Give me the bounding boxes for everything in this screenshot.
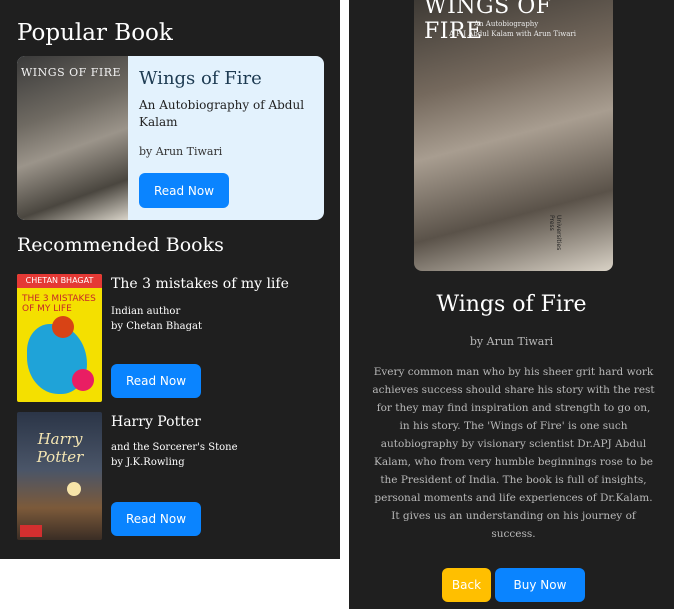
back-button[interactable]: Back [442,568,491,602]
book-detail-description: Every common man who by his sheer grit h… [372,366,655,540]
recommended-book-title: The 3 mistakes of my life [111,276,289,292]
popular-book-subtitle: An Autobiography of Abdul Kalam [139,98,305,129]
book-detail-cover: WINGS OF FIRE An Autobiography A P J Abd… [414,0,613,271]
read-now-button[interactable]: Read Now [111,364,201,398]
book-detail-screen: WINGS OF FIRE An Autobiography A P J Abd… [349,0,674,609]
cover-author-text: A P J Abdul Kalam with Arun Tiwari [449,30,576,38]
read-now-button[interactable]: Read Now [111,502,201,536]
cover-title-text: Harry Potter [36,430,84,466]
popular-book-author: by Arun Tiwari [139,145,223,158]
popular-book-info: Wings of Fire An Autobiography of Abdul … [139,68,319,158]
book-detail-author: by Arun Tiwari [469,335,554,348]
recommended-book-info: Harry Potter and the Sorcerer's Stone by… [111,414,331,468]
popular-book-cover[interactable]: WINGS OF FIRE [17,56,128,220]
book-cover-3-mistakes[interactable]: CHETAN BHAGAT THE 3 MISTAKES OF MY LIFE [17,274,102,402]
recommended-book-info: The 3 mistakes of my life Indian author … [111,276,331,332]
popular-book-cover-text: WINGS OF FIRE [21,66,122,79]
cover-title-text: THE 3 MISTAKES OF MY LIFE [22,294,96,314]
book-cover-harry-potter[interactable]: Harry Potter [17,412,102,540]
recommended-book-item[interactable]: CHETAN BHAGAT THE 3 MISTAKES OF MY LIFE … [17,274,337,404]
book-detail-title: Wings of Fire [436,292,587,317]
recommended-book-title: Harry Potter [111,414,201,430]
recommended-section-title: Recommended Books [17,234,224,256]
recommended-book-desc: and the Sorcerer's Stone [111,442,238,453]
buy-now-button[interactable]: Buy Now [495,568,585,602]
home-screen: Popular Book WINGS OF FIRE Wings of Fire… [0,0,340,559]
cover-publisher-badge [20,525,42,537]
cover-art-shape [72,369,94,391]
cover-art-shape [52,316,74,338]
cover-author-strip: CHETAN BHAGAT [17,274,102,288]
recommended-book-item[interactable]: Harry Potter Harry Potter and the Sorcer… [17,412,337,542]
popular-read-now-button[interactable]: Read Now [139,173,229,208]
recommended-book-author: by Chetan Bhagat [111,321,202,332]
recommended-book-author: by J.K.Rowling [111,457,185,468]
recommended-book-desc: Indian author [111,306,181,317]
popular-book-title: Wings of Fire [139,68,262,89]
popular-book-card[interactable]: WINGS OF FIRE Wings of Fire An Autobiogr… [17,56,324,220]
cover-publisher-text: Universities Press [548,215,562,251]
cover-art-shape [67,482,81,496]
popular-section-title: Popular Book [17,20,173,46]
cover-subtitle-text: An Autobiography [474,20,539,28]
